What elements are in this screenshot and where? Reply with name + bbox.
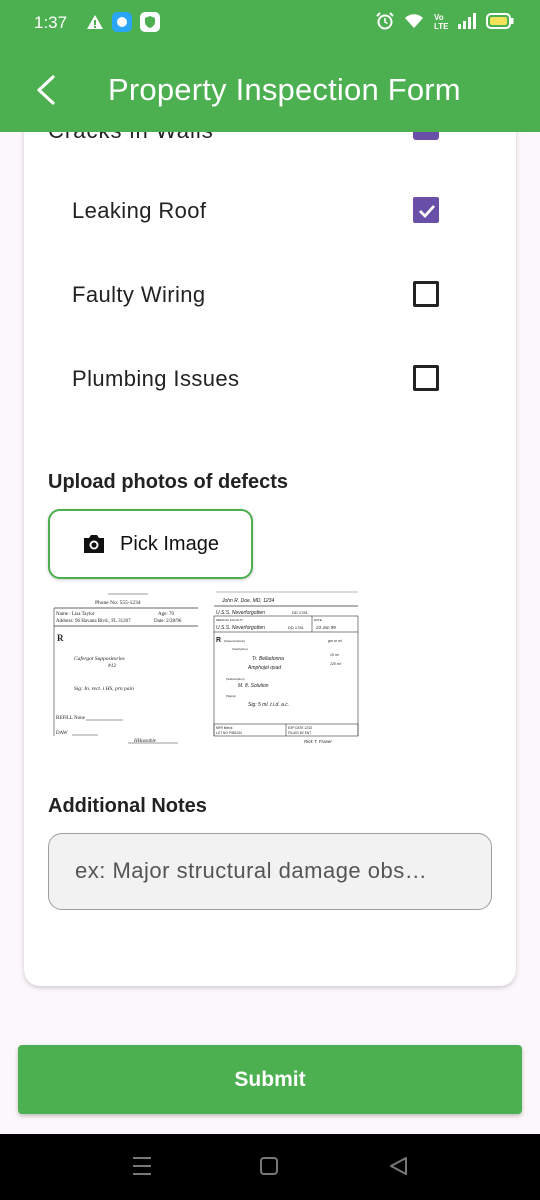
rx-symbol: R bbox=[57, 633, 64, 643]
notes-field[interactable] bbox=[48, 833, 492, 910]
app-bar: Property Inspection Form bbox=[0, 48, 540, 132]
rx2-medical-facility: MEDICAL FACILITY bbox=[216, 618, 243, 622]
status-bar: 1:37 Vo LTE bbox=[0, 0, 540, 48]
uploaded-photo-thumbnail[interactable]: John R. Doe, MD, 1234 U.S.S. Neverforgot… bbox=[208, 586, 364, 744]
home-icon[interactable] bbox=[259, 1154, 279, 1178]
camera-icon bbox=[84, 535, 105, 553]
rx-name: Name : Lisa Taylor bbox=[56, 612, 95, 617]
rx2-superscription: (Superscription) bbox=[224, 639, 245, 643]
checklist-item[interactable]: Plumbing Issues bbox=[24, 350, 516, 410]
rx2-hospital: U.S.S. Neverforgotten bbox=[216, 610, 265, 616]
rx2-hospital-code-2: DD 1781 bbox=[288, 625, 305, 630]
rx2-side-3: 120 ml bbox=[330, 662, 341, 666]
navigation-bar bbox=[0, 1134, 540, 1200]
rx-qty: #12 bbox=[108, 663, 117, 669]
rx-date: Date: 2/28/96 bbox=[154, 619, 182, 624]
rx2-date-label: DATE bbox=[314, 618, 322, 622]
warning-icon bbox=[87, 15, 103, 29]
rx2-lot: LOT NO P4B1234 bbox=[216, 731, 242, 735]
upload-heading: Upload photos of defects bbox=[48, 471, 288, 493]
shield-icon bbox=[140, 12, 160, 32]
uploaded-photo-thumbnail[interactable]: Phone No. 555-1234 Name : Lisa Taylor Ag… bbox=[48, 586, 204, 744]
back-button[interactable] bbox=[26, 70, 66, 110]
pick-image-button[interactable]: Pick Image bbox=[48, 509, 253, 579]
svg-text:LTE: LTE bbox=[434, 22, 448, 30]
rx2-mfr: MFR Merck bbox=[216, 726, 233, 730]
alarm-icon bbox=[376, 12, 394, 30]
checklist-checkbox[interactable] bbox=[413, 365, 439, 391]
rx2-subscription: (Subscription) bbox=[226, 677, 245, 681]
rx2-hospital-2: U.S.S. Neverforgotten bbox=[216, 625, 265, 631]
checklist-checkbox[interactable] bbox=[413, 281, 439, 307]
checklist-item-label: Plumbing Issues bbox=[72, 366, 240, 391]
rx2-sig: Sig: 5 ml. t.i.d. a.c. bbox=[248, 702, 289, 708]
svg-text:Vo: Vo bbox=[434, 13, 444, 22]
rx2-side-1: gm or ml bbox=[328, 639, 342, 643]
checklist-checkbox-checked[interactable] bbox=[413, 197, 439, 223]
checklist-item[interactable]: Faulty Wiring bbox=[24, 266, 516, 326]
checklist-item[interactable]: Leaking Roof bbox=[24, 182, 516, 242]
back-triangle-icon[interactable] bbox=[388, 1154, 408, 1178]
volte-icon: VoLTE bbox=[434, 13, 448, 30]
rx2-hospital-code: DD 1781 bbox=[292, 610, 309, 615]
notes-input[interactable] bbox=[73, 857, 477, 885]
rx-refill: REFILL None bbox=[56, 716, 86, 721]
rx-daw: DAW bbox=[56, 731, 68, 736]
rx-phone: Phone No. 555-1234 bbox=[95, 600, 141, 606]
menu-icon[interactable] bbox=[132, 1154, 152, 1178]
submit-button[interactable]: Submit bbox=[18, 1045, 522, 1114]
pick-image-label: Pick Image bbox=[120, 532, 219, 555]
rx2-filled-by: FILLED BY ENT bbox=[288, 731, 311, 735]
signal-icon bbox=[458, 13, 476, 29]
notes-heading: Additional Notes bbox=[48, 795, 207, 817]
wifi-icon bbox=[405, 14, 423, 28]
rx-address: Address: 96 Havana Blvd., FL 31207 bbox=[56, 619, 131, 624]
rx2-date: 23 Jun 99 bbox=[315, 625, 336, 630]
rx-drug: Cafergot Suppositories bbox=[74, 655, 125, 662]
rx2-symbol: R bbox=[216, 637, 221, 644]
rx2-exp: EXP DATE 12/22 bbox=[288, 726, 313, 730]
rx2-inscription: (Inscription) bbox=[232, 647, 248, 651]
rx2-signa: (Signa) bbox=[226, 694, 236, 698]
status-time: 1:37 bbox=[34, 13, 68, 32]
page-title: Property Inspection Form bbox=[108, 72, 461, 107]
rx2-drug: Tr. Belladonna bbox=[252, 656, 284, 662]
rx2-side-2: 15 ml bbox=[330, 653, 339, 657]
rx-sig: Sig: In. rect. i HS, prn pain bbox=[74, 686, 134, 692]
rx-age: Age: 70 bbox=[158, 612, 174, 617]
back-arrow-icon bbox=[37, 75, 55, 105]
chat-bubble-icon bbox=[112, 12, 132, 32]
rx2-drug-2: Amphojel qsad bbox=[247, 665, 281, 671]
battery-icon bbox=[486, 13, 514, 29]
rx2-header: John R. Doe, MD, 1234 bbox=[221, 598, 274, 604]
checkmark-icon bbox=[419, 205, 436, 219]
checklist-item-label: Leaking Roof bbox=[72, 198, 207, 223]
checklist-item-label: Faulty Wiring bbox=[72, 282, 206, 307]
rx2-instructions: M. ft. Solution bbox=[238, 683, 269, 689]
rx2-signature: Rick T. Fraser bbox=[304, 739, 332, 744]
